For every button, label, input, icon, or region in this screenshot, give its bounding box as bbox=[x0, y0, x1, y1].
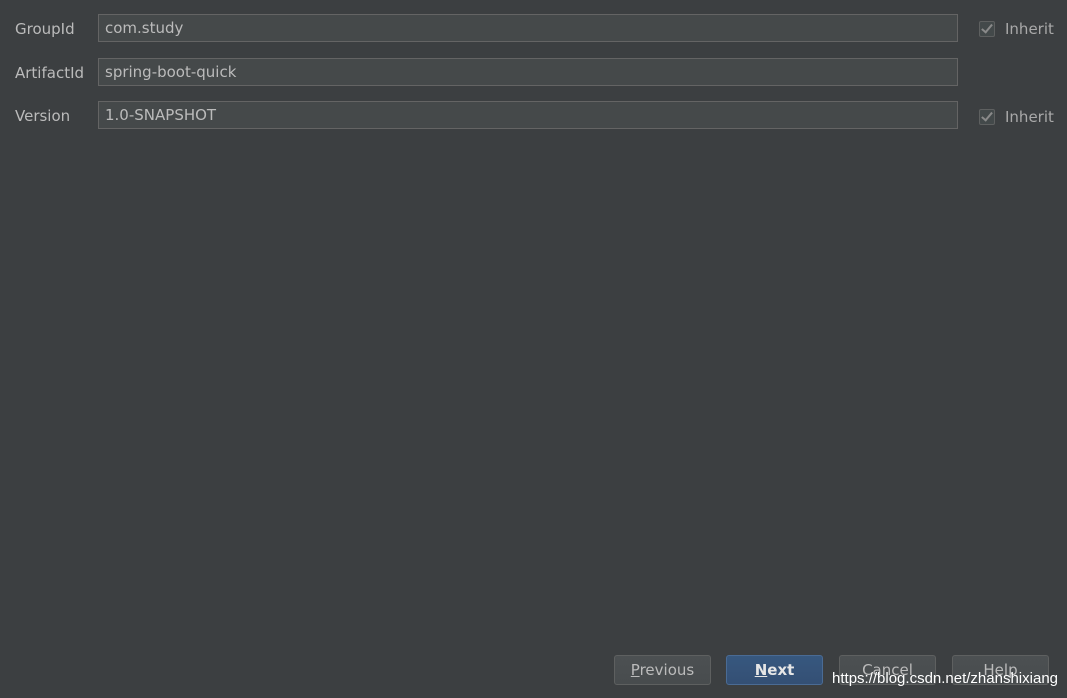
group-id-inherit-label: Inherit bbox=[1005, 20, 1054, 38]
next-button[interactable]: Next bbox=[726, 655, 823, 685]
group-id-input[interactable] bbox=[98, 14, 958, 42]
version-inherit[interactable]: Inherit bbox=[979, 107, 1054, 127]
version-inherit-checkbox[interactable] bbox=[979, 109, 995, 125]
previous-button[interactable]: Previous bbox=[614, 655, 711, 685]
previous-label-rest: revious bbox=[639, 661, 695, 679]
artifact-id-label: ArtifactId bbox=[15, 64, 85, 82]
version-label: Version bbox=[15, 107, 71, 125]
watermark-url: https://blog.csdn.net/zhanshixiang bbox=[832, 670, 1058, 687]
version-inherit-label: Inherit bbox=[1005, 108, 1054, 126]
next-mnemonic: N bbox=[754, 661, 768, 679]
previous-mnemonic: P bbox=[630, 661, 640, 679]
version-input[interactable] bbox=[98, 101, 958, 129]
group-id-inherit-checkbox[interactable] bbox=[979, 21, 995, 37]
artifact-id-input[interactable] bbox=[98, 58, 958, 86]
group-id-inherit[interactable]: Inherit bbox=[979, 19, 1054, 39]
group-id-label: GroupId bbox=[15, 20, 75, 38]
next-label-rest: ext bbox=[767, 661, 795, 679]
